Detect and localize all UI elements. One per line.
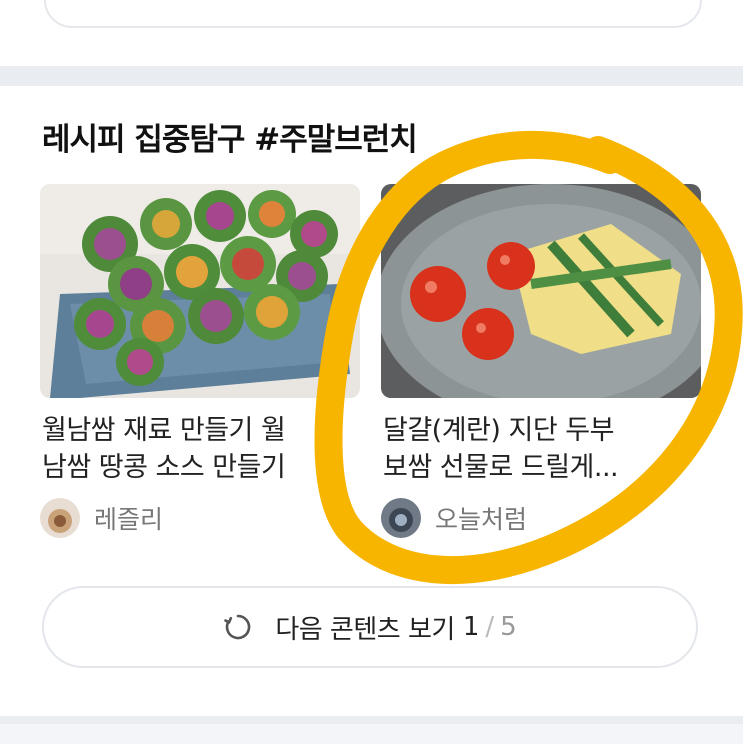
egg-tofu-bossam-image [381, 184, 701, 398]
author-name: 레즐리 [94, 505, 164, 534]
recipe-card-title[interactable]: 달걀(계란) 지단 두부 보쌈 선물로 드릴게... [383, 412, 701, 486]
recipe-card-title[interactable]: 월남쌈 재료 만들기 월 남쌈 땅콩 소스 만들기 [42, 412, 360, 486]
spring-rolls-photo[interactable] [40, 184, 360, 398]
previous-card-area [0, 0, 743, 66]
recipe-card-title-line1: 달걀(계란) 지단 두부 [383, 415, 614, 446]
recipe-card-title-line1: 월남쌈 재료 만들기 월 [42, 415, 286, 446]
refresh-icon [223, 612, 253, 642]
egg-tofu-bossam-photo[interactable] [381, 184, 701, 398]
recipe-card-title-line2: 남쌈 땅콩 소스 만들기 [42, 452, 286, 483]
previous-more-button[interactable] [44, 0, 702, 28]
recipe-section: 레시피 집중탐구 #주말브런치 월남쌈 재료 만들기 월 남쌈 땅콩 소스 만들… [0, 86, 743, 716]
author-avatar [40, 498, 80, 538]
recipe-card-1[interactable]: 월남쌈 재료 만들기 월 남쌈 땅콩 소스 만들기 레즐리 [40, 184, 360, 538]
author-avatar [381, 498, 421, 538]
section-title: 레시피 집중탐구 #주말브런치 [42, 122, 418, 158]
author-name: 오늘처럼 [435, 505, 528, 534]
recipe-author[interactable]: 오늘처럼 [381, 498, 701, 538]
page-current: 1 [462, 612, 480, 642]
page-separator: / [485, 612, 495, 642]
recipe-card-2[interactable]: 달걀(계란) 지단 두부 보쌈 선물로 드릴게... 오늘처럼 [381, 184, 701, 538]
recipe-card-title-line2: 보쌈 선물로 드릴게... [383, 452, 619, 483]
recipe-author[interactable]: 레즐리 [40, 498, 360, 538]
spring-rolls-image [40, 184, 360, 398]
page-total: 5 [500, 612, 517, 642]
next-content-button[interactable]: 다음 콘텐츠 보기 1 / 5 [42, 586, 698, 668]
next-content-label: 다음 콘텐츠 보기 [275, 614, 455, 645]
next-section-edge [0, 724, 743, 744]
